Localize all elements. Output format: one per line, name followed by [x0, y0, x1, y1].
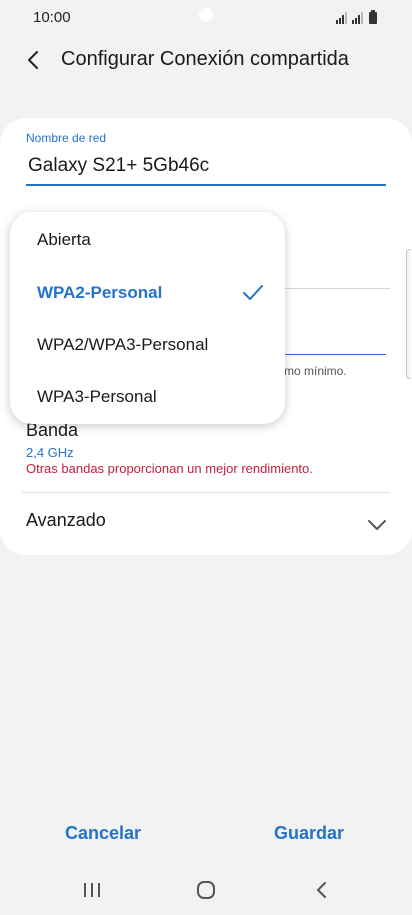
home-icon[interactable]	[194, 878, 218, 902]
scroll-indicator[interactable]	[406, 249, 411, 379]
chevron-down-icon[interactable]	[366, 514, 388, 536]
camera-cutout	[199, 8, 213, 22]
save-button[interactable]: Guardar	[274, 823, 344, 844]
page-title: Configurar Conexión compartida	[61, 48, 349, 70]
footer-actions: Cancelar Guardar	[0, 815, 412, 855]
band-warning: Otras bandas proporcionan un mejor rendi…	[26, 461, 313, 476]
dropdown-option-label: WPA2/WPA3-Personal	[37, 335, 209, 354]
signal-icon	[336, 10, 377, 24]
battery-icon	[369, 10, 377, 24]
dropdown-option-wpa3-personal[interactable]: WPA3-Personal	[10, 371, 285, 424]
back-icon[interactable]	[22, 48, 46, 72]
dropdown-option-label: WPA3-Personal	[37, 387, 157, 406]
nav-back-icon[interactable]	[310, 878, 334, 902]
password-hint: mo mínimo.	[284, 364, 347, 378]
security-dropdown: Abierta WPA2-Personal WPA2/WPA3-Personal…	[10, 212, 285, 424]
security-field-divider	[284, 288, 390, 289]
cancel-button[interactable]: Cancelar	[65, 823, 141, 844]
dropdown-option-label: WPA2-Personal	[37, 283, 163, 302]
check-icon	[243, 285, 263, 300]
system-nav-bar	[0, 868, 412, 912]
advanced-label[interactable]: Avanzado	[26, 510, 106, 531]
dropdown-option-wpa2-wpa3-personal[interactable]: WPA2/WPA3-Personal	[10, 319, 285, 372]
recents-icon[interactable]	[80, 878, 104, 902]
divider	[22, 492, 390, 493]
dropdown-option-label: Abierta	[37, 230, 91, 249]
band-value: 2,4 GHz	[26, 445, 74, 460]
dropdown-option-wpa2-personal[interactable]: WPA2-Personal	[10, 267, 285, 320]
dropdown-option-abierta[interactable]: Abierta	[10, 214, 285, 267]
status-time: 10:00	[33, 9, 71, 26]
network-name-underline	[26, 184, 386, 186]
password-field-underline	[284, 354, 386, 355]
network-name-input[interactable]: Galaxy S21+ 5Gb46c	[28, 155, 209, 177]
status-bar: 10:00	[0, 0, 412, 36]
app-header: Configurar Conexión compartida	[0, 36, 412, 86]
network-name-label: Nombre de red	[26, 131, 107, 145]
